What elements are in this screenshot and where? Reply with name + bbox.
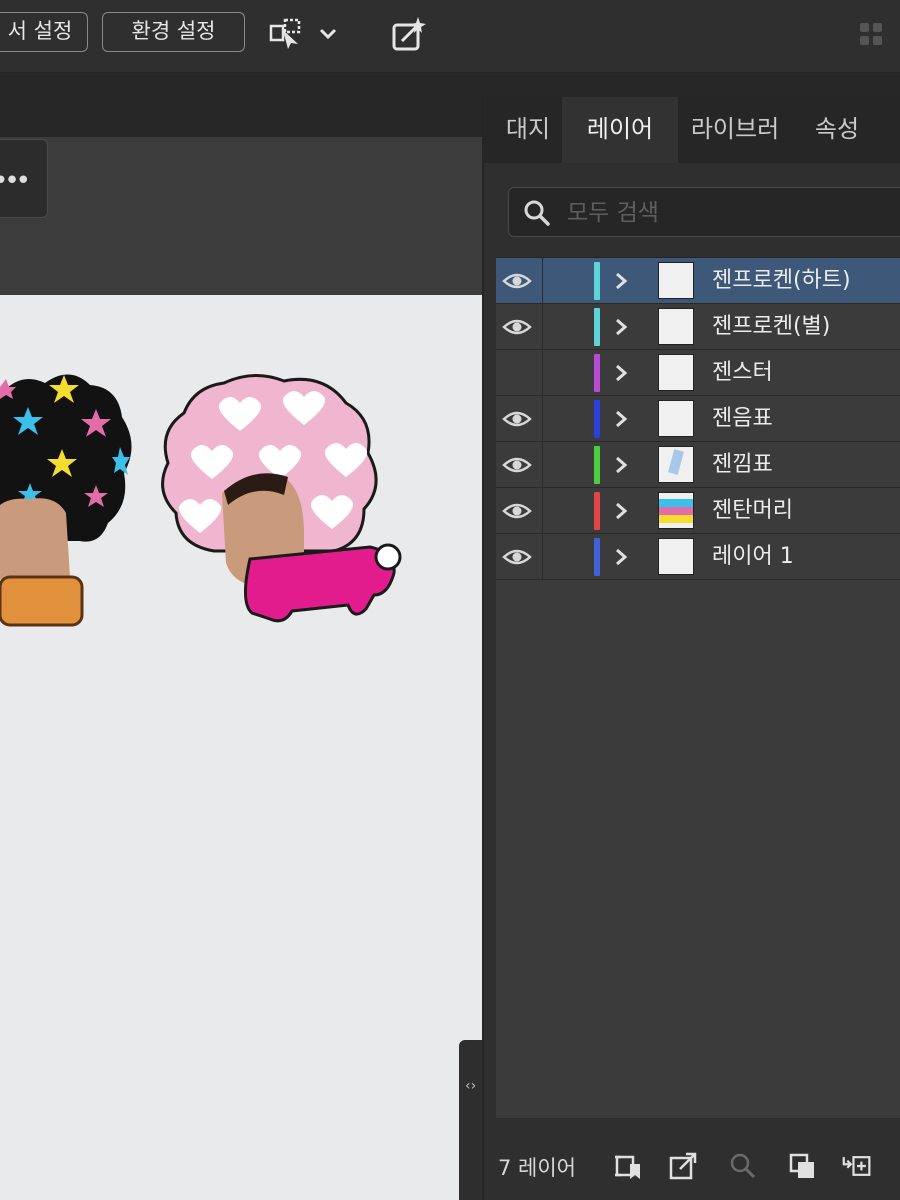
heart-afro-artwork[interactable] bbox=[154, 373, 404, 633]
eye-icon[interactable] bbox=[502, 496, 532, 526]
more-options-button[interactable]: ••• bbox=[0, 139, 48, 218]
export-icon[interactable] bbox=[668, 1152, 698, 1180]
eye-icon[interactable] bbox=[502, 312, 532, 342]
search-input[interactable] bbox=[565, 196, 899, 230]
layer-list: 젠프로켄(하트) 젠프로켄(별) 젠스터 젠음표 젠낌표 젠탄머리 레이어 1 bbox=[496, 257, 900, 1118]
layer-name[interactable]: 레이어 1 bbox=[712, 534, 794, 580]
collect-export-icon[interactable] bbox=[612, 1152, 642, 1180]
layer-row[interactable]: 레이어 1 bbox=[496, 534, 900, 580]
chevron-right-icon[interactable] bbox=[614, 547, 628, 567]
layer-name[interactable]: 젠낌표 bbox=[712, 442, 773, 488]
tab-artboards[interactable]: 대지 bbox=[496, 97, 560, 163]
layer-thumbnail bbox=[658, 262, 694, 299]
layer-thumbnail bbox=[658, 538, 694, 575]
layers-panel: 대지 레이어 라이브러 속성 젠프로켄(하트) 젠프로켄(별) bbox=[482, 97, 900, 1200]
chevron-right-icon[interactable] bbox=[614, 455, 628, 475]
divider bbox=[542, 442, 543, 488]
tab-libraries[interactable]: 라이브러 bbox=[680, 97, 790, 163]
layer-row[interactable]: 젠프로켄(별) bbox=[496, 304, 900, 350]
divider bbox=[542, 488, 543, 534]
layer-color-swatch bbox=[594, 308, 600, 346]
eye-icon[interactable] bbox=[502, 542, 532, 572]
layer-row[interactable]: 젠낌표 bbox=[496, 442, 900, 488]
arrange-artboard-icon[interactable] bbox=[266, 14, 308, 54]
panel-footer: 7 레이어 bbox=[484, 1142, 900, 1190]
divider bbox=[542, 258, 543, 304]
artboard[interactable] bbox=[0, 295, 482, 1200]
divider bbox=[542, 534, 543, 580]
layer-row[interactable]: 젠음표 bbox=[496, 396, 900, 442]
chevron-right-icon[interactable] bbox=[614, 317, 628, 337]
layer-row[interactable]: 젠프로켄(하트) bbox=[496, 258, 900, 304]
eye-icon[interactable] bbox=[502, 404, 532, 434]
chevron-right-icon[interactable] bbox=[614, 363, 628, 383]
chevron-right-icon[interactable] bbox=[614, 409, 628, 429]
new-sublayer-icon[interactable] bbox=[842, 1152, 872, 1180]
layer-color-swatch bbox=[594, 400, 600, 438]
collapse-panel-tab[interactable]: ‹› bbox=[459, 1040, 483, 1200]
locate-object-icon[interactable] bbox=[728, 1152, 758, 1180]
divider bbox=[542, 350, 543, 396]
layer-thumbnail bbox=[658, 354, 694, 391]
export-share-icon[interactable] bbox=[386, 14, 430, 54]
layer-row[interactable]: 젠스터 bbox=[496, 350, 900, 396]
top-toolbar: 서 설정 환경 설정 bbox=[0, 0, 900, 73]
layer-search[interactable] bbox=[508, 187, 900, 237]
chevron-right-icon[interactable] bbox=[614, 271, 628, 291]
layer-name[interactable]: 젠스터 bbox=[712, 350, 773, 396]
preferences-button[interactable]: 환경 설정 bbox=[102, 12, 245, 52]
layer-thumbnail bbox=[658, 492, 694, 529]
tab-layers[interactable]: 레이어 bbox=[562, 97, 678, 163]
grid-dots-icon[interactable] bbox=[854, 14, 888, 54]
layer-name[interactable]: 젠음표 bbox=[712, 396, 773, 442]
layer-name[interactable]: 젠프로켄(별) bbox=[712, 304, 830, 350]
layer-thumbnail bbox=[658, 400, 694, 437]
layer-color-swatch bbox=[594, 492, 600, 530]
eye-icon[interactable] bbox=[502, 450, 532, 480]
document-settings-button[interactable]: 서 설정 bbox=[0, 12, 88, 52]
layer-name[interactable]: 젠탄머리 bbox=[712, 488, 793, 534]
layer-count: 7 레이어 bbox=[498, 1156, 576, 1180]
layer-thumbnail bbox=[658, 446, 694, 483]
layer-row[interactable]: 젠탄머리 bbox=[496, 488, 900, 534]
chevron-right-icon[interactable] bbox=[614, 501, 628, 521]
search-icon bbox=[523, 199, 551, 231]
star-afro-artwork[interactable] bbox=[0, 365, 140, 705]
layer-name[interactable]: 젠프로켄(하트) bbox=[712, 258, 851, 304]
panel-tabs: 대지 레이어 라이브러 속성 bbox=[484, 97, 900, 163]
tab-properties[interactable]: 속성 bbox=[792, 97, 882, 163]
divider bbox=[542, 396, 543, 442]
chevron-down-icon[interactable] bbox=[316, 14, 340, 54]
layer-color-swatch bbox=[594, 354, 600, 392]
eye-icon[interactable] bbox=[502, 266, 532, 296]
divider bbox=[542, 304, 543, 350]
layer-color-swatch bbox=[594, 446, 600, 484]
layer-color-swatch bbox=[594, 262, 600, 300]
make-clipping-mask-icon[interactable] bbox=[788, 1152, 818, 1180]
layer-color-swatch bbox=[594, 538, 600, 576]
layer-thumbnail bbox=[658, 308, 694, 345]
